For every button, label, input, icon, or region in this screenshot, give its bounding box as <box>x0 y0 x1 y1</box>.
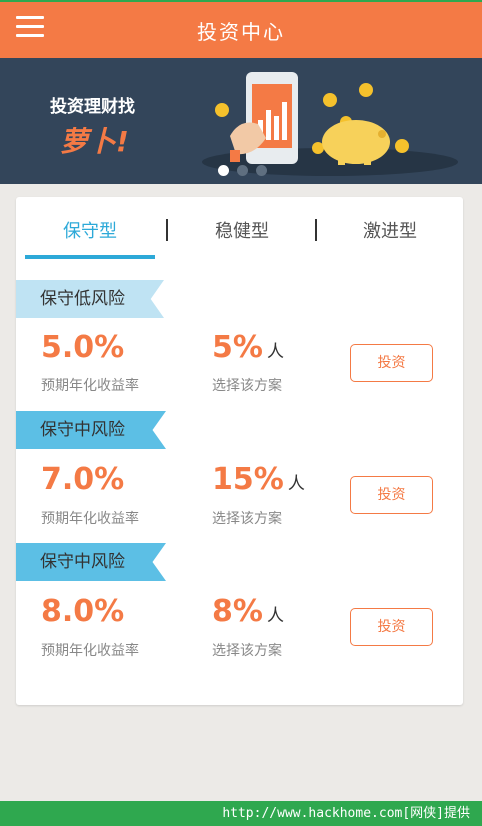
banner-pagination <box>218 165 267 176</box>
site-watermark: http://www.hackhome.com[网侠]提供 <box>0 801 482 826</box>
promo-banner[interactable]: 投资理财找 萝卜! <box>0 58 482 184</box>
plan-label: 选择该方案 <box>212 511 282 527</box>
chosen-percentage-value: 15% <box>212 462 284 497</box>
chosen-percentage: 15% 人 <box>212 462 305 497</box>
plan-label: 选择该方案 <box>212 643 282 659</box>
rate-label: 预期年化收益率 <box>41 378 139 394</box>
rate-label: 预期年化收益率 <box>41 643 139 659</box>
risk-level-tag: 保守中风险 <box>16 411 166 449</box>
risk-level-tag: 保守低风险 <box>16 280 164 318</box>
person-unit: 人 <box>266 342 284 362</box>
banner-dot-2[interactable] <box>237 165 248 176</box>
tab-divider <box>315 219 317 241</box>
active-tab-indicator <box>25 255 155 259</box>
app-header: 投资中心 <box>0 0 482 58</box>
invest-button[interactable]: 投资 <box>350 476 433 514</box>
tab-conservative[interactable]: 保守型 <box>25 217 155 247</box>
tab-steady[interactable]: 稳健型 <box>178 217 306 247</box>
expected-rate: 5.0% <box>41 330 125 365</box>
chosen-percentage-value: 5% <box>212 330 263 365</box>
plan-label: 选择该方案 <box>212 378 282 394</box>
expected-rate: 7.0% <box>41 462 125 497</box>
tab-divider <box>166 219 168 241</box>
page-title: 投资中心 <box>197 20 285 44</box>
person-unit: 人 <box>266 606 284 626</box>
phone-piggybank-illustration <box>202 72 458 176</box>
invest-button[interactable]: 投资 <box>350 344 433 382</box>
chosen-percentage: 8% 人 <box>212 594 284 629</box>
chosen-percentage-value: 8% <box>212 594 263 629</box>
risk-level-tag: 保守中风险 <box>16 543 166 581</box>
banner-text: 投资理财找 <box>50 97 135 117</box>
plans-card: 保守型 稳健型 激进型 保守低风险 5.0% 预期年化收益率 5% 人 选择该方案… <box>16 197 463 705</box>
person-unit: 人 <box>287 474 305 494</box>
banner-brand: 萝卜! <box>60 125 129 158</box>
banner-dot-1[interactable] <box>218 165 229 176</box>
invest-button[interactable]: 投资 <box>350 608 433 646</box>
expected-rate: 8.0% <box>41 594 125 629</box>
rate-label: 预期年化收益率 <box>41 511 139 527</box>
risk-tabs: 保守型 稳健型 激进型 <box>16 197 463 259</box>
banner-dot-3[interactable] <box>256 165 267 176</box>
chosen-percentage: 5% 人 <box>212 330 284 365</box>
tab-aggressive[interactable]: 激进型 <box>326 217 454 247</box>
